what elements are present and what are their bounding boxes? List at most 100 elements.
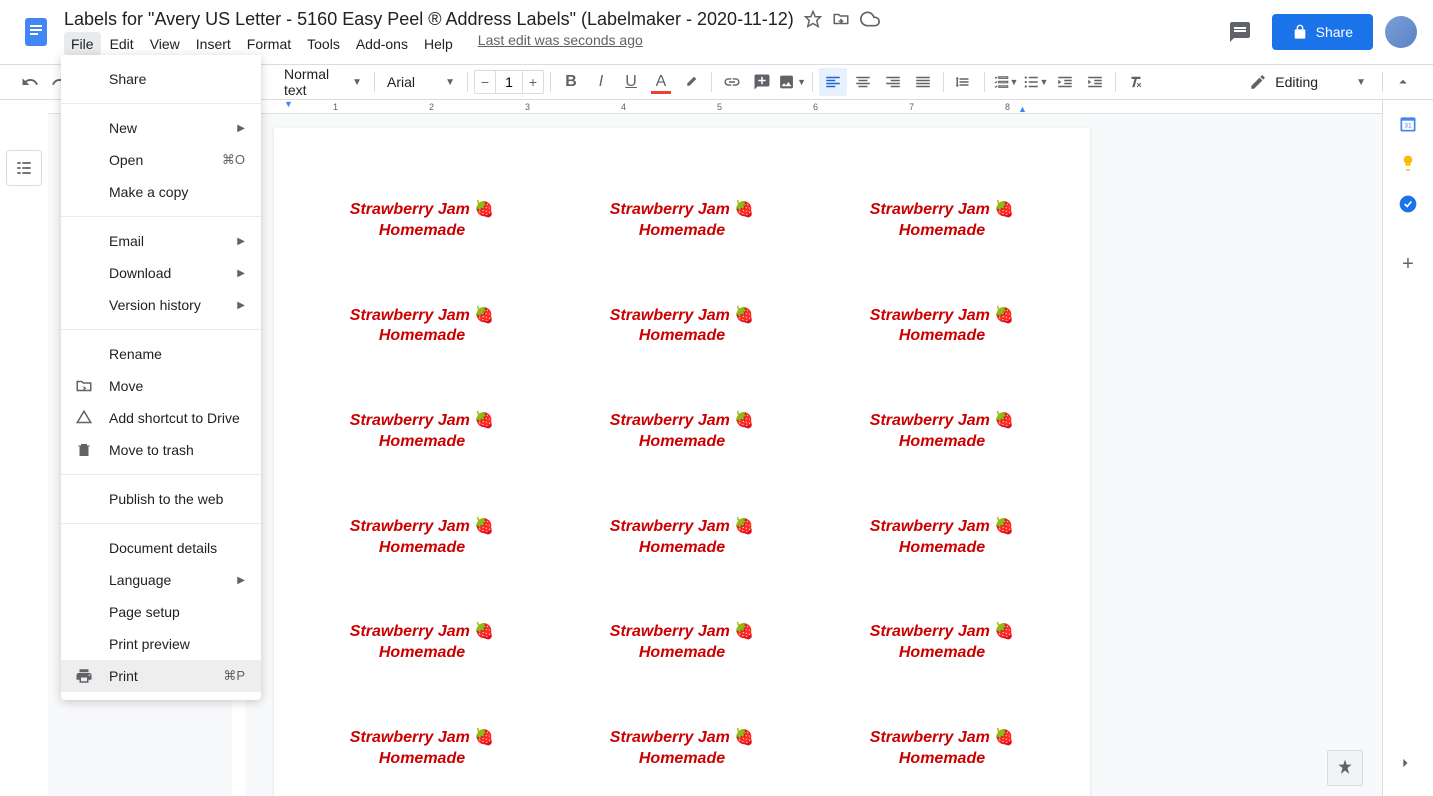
ruler-right-indent-marker[interactable]: ▲ (1018, 104, 1027, 114)
label-cell: Strawberry Jam 🍓Homemade (822, 200, 1062, 242)
menu-addons[interactable]: Add-ons (349, 32, 415, 56)
label-cell: Strawberry Jam 🍓Homemade (562, 411, 802, 453)
document-page: Strawberry Jam 🍓Homemade Strawberry Jam 🍓… (274, 128, 1090, 796)
keep-addon-icon[interactable] (1398, 154, 1418, 174)
line-spacing-button[interactable] (950, 68, 978, 96)
clear-formatting-button[interactable] (1122, 68, 1150, 96)
label-cell: Strawberry Jam 🍓Homemade (822, 411, 1062, 453)
star-icon[interactable] (804, 10, 822, 28)
label-cell: Strawberry Jam 🍓Homemade (302, 306, 542, 348)
drive-shortcut-icon (75, 409, 93, 427)
file-menu-share[interactable]: Share (61, 63, 261, 95)
editing-mode-dropdown[interactable]: Editing ▼ (1239, 68, 1376, 96)
increase-indent-button[interactable] (1081, 68, 1109, 96)
highlight-color-button[interactable] (677, 68, 705, 96)
last-edit-link[interactable]: Last edit was seconds ago (478, 32, 643, 56)
calendar-addon-icon[interactable]: 31 (1398, 114, 1418, 134)
insert-comment-button[interactable] (748, 68, 776, 96)
file-menu-language[interactable]: Language▶ (61, 564, 261, 596)
file-menu-details[interactable]: Document details (61, 532, 261, 564)
text-color-button[interactable]: A (647, 68, 675, 96)
add-addon-button[interactable]: + (1398, 254, 1418, 274)
ruler-left-indent-marker[interactable]: ▼ (284, 100, 293, 109)
explore-button[interactable] (1327, 750, 1363, 786)
align-right-button[interactable] (879, 68, 907, 96)
file-menu-make-copy[interactable]: Make a copy (61, 176, 261, 208)
decrease-indent-button[interactable] (1051, 68, 1079, 96)
file-menu-add-shortcut[interactable]: Add shortcut to Drive (61, 402, 261, 434)
label-cell: Strawberry Jam 🍓Homemade (302, 728, 542, 770)
label-cell: Strawberry Jam 🍓Homemade (562, 517, 802, 559)
italic-button[interactable]: I (587, 68, 615, 96)
menu-file[interactable]: File (64, 32, 101, 56)
font-size-decrease[interactable]: − (475, 71, 495, 93)
font-family-dropdown[interactable]: Arial▼ (381, 68, 461, 96)
label-cell: Strawberry Jam 🍓Homemade (302, 411, 542, 453)
label-cell: Strawberry Jam 🍓Homemade (822, 622, 1062, 664)
file-menu-open[interactable]: Open⌘O (61, 144, 261, 176)
menu-view[interactable]: View (143, 32, 187, 56)
label-cell: Strawberry Jam 🍓Homemade (302, 200, 542, 242)
tasks-addon-icon[interactable] (1398, 194, 1418, 214)
font-size-input[interactable] (495, 71, 523, 93)
file-menu-dropdown: Share New▶ Open⌘O Make a copy Email▶ Dow… (61, 55, 261, 700)
bulleted-list-button[interactable]: ▼ (1021, 68, 1049, 96)
side-panel-collapse-button[interactable] (1395, 753, 1415, 778)
insert-link-button[interactable] (718, 68, 746, 96)
user-avatar[interactable] (1385, 16, 1417, 48)
label-cell: Strawberry Jam 🍓Homemade (822, 728, 1062, 770)
menu-format[interactable]: Format (240, 32, 298, 56)
menu-help[interactable]: Help (417, 32, 460, 56)
move-folder-icon[interactable] (832, 10, 850, 28)
trash-icon (75, 441, 93, 459)
share-button[interactable]: Share (1272, 14, 1373, 50)
label-cell: Strawberry Jam 🍓Homemade (562, 622, 802, 664)
submenu-arrow-icon: ▶ (237, 575, 245, 586)
collapse-toolbar-button[interactable] (1389, 68, 1417, 96)
document-title[interactable]: Labels for "Avery US Letter - 5160 Easy … (64, 9, 794, 30)
file-menu-move[interactable]: Move (61, 370, 261, 402)
bold-button[interactable]: B (557, 68, 585, 96)
underline-button[interactable]: U (617, 68, 645, 96)
submenu-arrow-icon: ▶ (237, 268, 245, 279)
label-cell: Strawberry Jam 🍓Homemade (822, 517, 1062, 559)
file-menu-trash[interactable]: Move to trash (61, 434, 261, 466)
file-menu-print-preview[interactable]: Print preview (61, 628, 261, 660)
file-menu-rename[interactable]: Rename (61, 338, 261, 370)
share-label: Share (1316, 24, 1353, 40)
checklist-button[interactable]: ▼ (991, 68, 1019, 96)
submenu-arrow-icon: ▶ (237, 300, 245, 311)
print-icon (75, 667, 93, 685)
submenu-arrow-icon: ▶ (237, 236, 245, 247)
menu-edit[interactable]: Edit (103, 32, 141, 56)
font-size-increase[interactable]: + (523, 71, 543, 93)
menu-insert[interactable]: Insert (189, 32, 238, 56)
paragraph-style-dropdown[interactable]: Normal text▼ (278, 68, 368, 96)
align-left-button[interactable] (819, 68, 847, 96)
comments-button[interactable] (1220, 12, 1260, 52)
svg-text:31: 31 (1404, 122, 1412, 129)
align-center-button[interactable] (849, 68, 877, 96)
align-justify-button[interactable] (909, 68, 937, 96)
label-cell: Strawberry Jam 🍓Homemade (562, 306, 802, 348)
cloud-status-icon[interactable] (860, 9, 880, 29)
submenu-arrow-icon: ▶ (237, 123, 245, 134)
label-cell: Strawberry Jam 🍓Homemade (562, 728, 802, 770)
label-cell: Strawberry Jam 🍓Homemade (822, 306, 1062, 348)
file-menu-download[interactable]: Download▶ (61, 257, 261, 289)
file-menu-new[interactable]: New▶ (61, 112, 261, 144)
docs-logo-icon[interactable] (16, 12, 56, 52)
file-menu-version-history[interactable]: Version history▶ (61, 289, 261, 321)
file-menu-page-setup[interactable]: Page setup (61, 596, 261, 628)
insert-image-button[interactable]: ▼ (778, 68, 806, 96)
label-cell: Strawberry Jam 🍓Homemade (562, 200, 802, 242)
move-icon (75, 377, 93, 395)
menu-tools[interactable]: Tools (300, 32, 347, 56)
file-menu-publish[interactable]: Publish to the web (61, 483, 261, 515)
label-cell: Strawberry Jam 🍓Homemade (302, 517, 542, 559)
document-outline-button[interactable] (6, 150, 42, 186)
undo-button[interactable] (16, 68, 44, 96)
file-menu-print[interactable]: Print⌘P (61, 660, 261, 692)
label-cell: Strawberry Jam 🍓Homemade (302, 622, 542, 664)
file-menu-email[interactable]: Email▶ (61, 225, 261, 257)
